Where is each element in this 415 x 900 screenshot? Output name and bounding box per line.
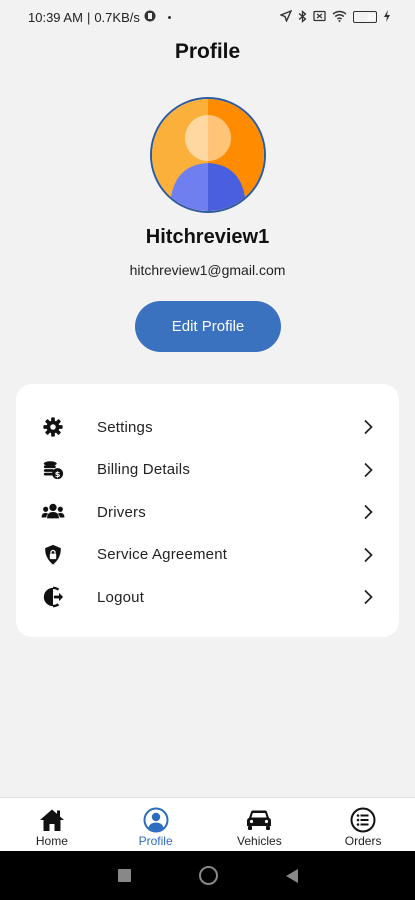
status-right: 82 [279, 9, 391, 25]
billing-coins-icon: $ [41, 458, 65, 482]
status-net-speed: 0.7KB/s [94, 9, 140, 25]
recent-apps-icon[interactable] [117, 869, 131, 882]
bluetooth-icon [298, 9, 307, 25]
chevron-right-icon [361, 462, 375, 478]
status-time: 10:39 AM [28, 9, 83, 25]
wifi-icon [332, 10, 347, 24]
edit-profile-button[interactable]: Edit Profile [135, 301, 281, 352]
chevron-right-icon [361, 589, 375, 605]
users-group-icon [41, 500, 65, 524]
nav-item-home[interactable]: Home [0, 798, 104, 851]
menu-item-label: Drivers [97, 503, 146, 521]
battery-level: 82 [367, 12, 376, 22]
avatar [150, 97, 266, 213]
nav-item-profile[interactable]: Profile [104, 798, 208, 851]
menu-item-settings[interactable]: Settings [16, 406, 399, 449]
home-icon [39, 807, 65, 833]
data-saver-icon [144, 10, 156, 24]
profile-menu-card: Settings $ Billing Details Drivers Servi… [16, 384, 399, 637]
status-left: 10:39 AM | 0.7KB/s [28, 10, 171, 25]
menu-item-logout[interactable]: Logout [16, 576, 399, 619]
logout-icon [41, 585, 65, 609]
svg-text:$: $ [55, 469, 61, 479]
notification-dot-icon [167, 15, 171, 19]
nav-item-vehicles[interactable]: Vehicles [208, 798, 312, 851]
chevron-right-icon [361, 504, 375, 520]
menu-item-label: Service Agreement [97, 546, 228, 564]
system-nav-bar [0, 851, 415, 900]
nav-label: Profile [138, 834, 173, 848]
chevron-right-icon [361, 547, 375, 563]
home-button-icon[interactable] [198, 866, 218, 885]
nav-label: Home [35, 834, 68, 848]
back-icon[interactable] [285, 868, 298, 883]
user-name: Hitchreview1 [145, 226, 270, 248]
shield-lock-icon [41, 543, 65, 567]
nav-item-orders[interactable]: Orders [311, 798, 415, 851]
avatar-illustration [152, 99, 264, 211]
list-icon [350, 807, 376, 833]
gear-icon [41, 415, 65, 439]
user-email: hitchreview1@gmail.com [129, 262, 286, 278]
car-icon [246, 807, 272, 833]
menu-item-drivers[interactable]: Drivers [16, 491, 399, 534]
menu-item-label: Billing Details [97, 461, 191, 479]
bottom-nav: Home Profile Vehicles Orders [0, 797, 415, 851]
no-sim-icon [313, 10, 326, 24]
status-separator: | [86, 9, 91, 25]
location-arrow-icon [279, 9, 293, 24]
menu-item-label: Logout [97, 588, 145, 606]
nav-label: Vehicles [237, 834, 282, 848]
page-title: Profile [174, 40, 241, 63]
profile-icon [143, 807, 169, 833]
chevron-right-icon [361, 419, 375, 435]
menu-item-service-agreement[interactable]: Service Agreement [16, 534, 399, 577]
status-bar: 10:39 AM | 0.7KB/s 82 [0, 0, 415, 34]
menu-item-billing-details[interactable]: $ Billing Details [16, 449, 399, 492]
battery-icon: 82 [353, 11, 377, 23]
menu-item-label: Settings [97, 418, 153, 436]
charging-bolt-icon [383, 10, 391, 24]
nav-label: Orders [344, 834, 382, 848]
